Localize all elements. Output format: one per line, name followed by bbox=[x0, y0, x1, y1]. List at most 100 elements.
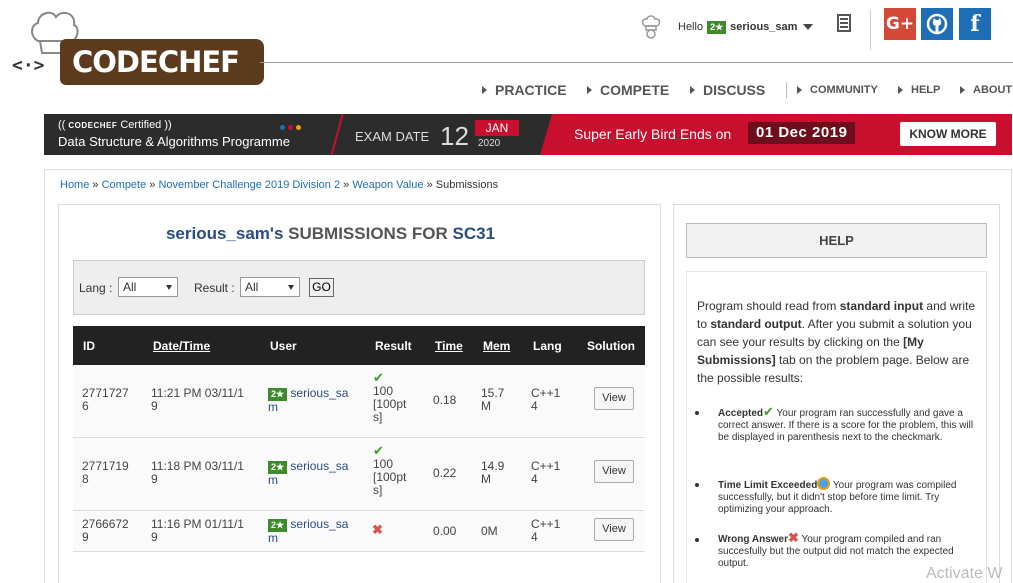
facebook-button[interactable]: f bbox=[959, 8, 991, 40]
submission-lang: C++1 4 bbox=[531, 459, 561, 486]
breadcrumb-problem[interactable]: Weapon Value bbox=[352, 179, 423, 191]
promo-banner[interactable]: (( CODECHEF Certified )) Data Structure … bbox=[44, 114, 1012, 155]
page-title: serious_sam's SUBMISSIONS FOR SC31 bbox=[0, 224, 661, 244]
chef-avatar-icon bbox=[641, 15, 661, 39]
rating-badge: 2★ bbox=[707, 20, 727, 34]
submission-datetime: 11:16 PM 01/11/1 9 bbox=[151, 517, 244, 544]
arrow-right-icon bbox=[898, 86, 903, 94]
promo-dots bbox=[280, 125, 301, 130]
submission-user[interactable]: 2★ serious_sa m bbox=[268, 460, 348, 487]
arrow-right-icon bbox=[797, 86, 802, 94]
nav-help[interactable]: HELP bbox=[898, 80, 940, 100]
bullet-icon bbox=[695, 538, 699, 542]
early-bird-strip: Super Early Bird Ends on 01 Dec 2019 KNO… bbox=[540, 114, 1012, 155]
submission-mem: 0M bbox=[481, 524, 498, 538]
submission-lang: C++1 4 bbox=[531, 517, 561, 544]
result-select[interactable]: All bbox=[240, 277, 300, 297]
submission-lang: C++1 4 bbox=[531, 386, 561, 413]
submission-time: 0.00 bbox=[433, 524, 457, 538]
filter-bar: Lang : All Result : All GO bbox=[73, 260, 645, 315]
col-mem[interactable]: Mem bbox=[483, 339, 510, 353]
google-plus-button[interactable]: G+ bbox=[884, 8, 916, 40]
breadcrumb: Home » Compete » November Challenge 2019… bbox=[60, 179, 499, 191]
arrow-right-icon bbox=[960, 86, 965, 94]
col-datetime[interactable]: Date/Time bbox=[153, 339, 210, 353]
know-more-button[interactable]: KNOW MORE bbox=[900, 122, 996, 146]
username[interactable]: serious_sam bbox=[730, 21, 797, 33]
exam-year: 2020 bbox=[478, 138, 501, 149]
chevron-down-icon bbox=[288, 285, 294, 290]
submission-result: ✖ bbox=[372, 523, 383, 537]
view-button[interactable]: View bbox=[594, 460, 634, 483]
chevron-down-icon[interactable] bbox=[803, 24, 814, 30]
arrow-right-icon bbox=[690, 86, 695, 94]
promo-left: (( CODECHEF Certified )) Data Structure … bbox=[44, 114, 344, 155]
submission-user[interactable]: 2★ serious_sa m bbox=[268, 518, 348, 545]
view-button[interactable]: View bbox=[594, 518, 634, 541]
submission-id: 2766672 9 bbox=[82, 517, 129, 544]
activate-windows-watermark: Activate W bbox=[926, 565, 1003, 582]
check-icon: ✔ bbox=[373, 443, 384, 458]
clock-icon bbox=[817, 477, 831, 490]
submission-mem: 14.9 M bbox=[481, 459, 505, 486]
chevron-down-icon bbox=[166, 285, 172, 290]
breadcrumb-home[interactable]: Home bbox=[60, 179, 89, 191]
title-problem-code[interactable]: SC31 bbox=[453, 224, 496, 243]
col-time[interactable]: Time bbox=[435, 339, 463, 353]
col-lang: Lang bbox=[533, 339, 562, 353]
arrow-right-icon bbox=[587, 86, 592, 94]
submission-mem: 15.7 M bbox=[481, 386, 505, 413]
user-menu[interactable]: Hello 2★ serious_sam bbox=[640, 10, 814, 44]
help-heading: HELP bbox=[686, 223, 987, 258]
github-button[interactable] bbox=[921, 8, 953, 40]
lang-select[interactable]: All bbox=[118, 277, 178, 297]
promo-certified: (( CODECHEF Certified )) bbox=[58, 119, 172, 131]
logo-face: <·> bbox=[12, 55, 45, 76]
header-divider bbox=[260, 62, 1013, 63]
codechef-logo[interactable]: <·> CODECHEF bbox=[10, 5, 264, 87]
breadcrumb-contest[interactable]: November Challenge 2019 Division 2 bbox=[158, 179, 340, 191]
divider bbox=[870, 10, 871, 50]
view-button[interactable]: View bbox=[594, 387, 634, 410]
title-middle: SUBMISSIONS FOR bbox=[288, 224, 448, 243]
col-user: User bbox=[270, 339, 297, 353]
submission-result: ✔ 100 [100pt s] bbox=[373, 443, 407, 497]
check-icon: ✔ bbox=[763, 404, 774, 419]
go-button[interactable]: GO bbox=[309, 278, 334, 297]
help-item-accepted: Accepted✔ Your program ran successfully … bbox=[718, 404, 974, 443]
check-icon: ✔ bbox=[373, 370, 384, 385]
submission-datetime: 11:18 PM 03/11/1 9 bbox=[151, 459, 244, 486]
exam-date-label: EXAM DATE bbox=[355, 129, 430, 144]
submission-time: 0.22 bbox=[433, 466, 457, 480]
hello-label: Hello bbox=[678, 21, 704, 33]
submission-id: 2771727 6 bbox=[82, 386, 129, 413]
submission-user[interactable]: 2★ serious_sa m bbox=[268, 387, 348, 414]
notes-icon[interactable] bbox=[837, 14, 851, 32]
submission-id: 2771719 8 bbox=[82, 459, 129, 486]
early-bird-label: Super Early Bird Ends on bbox=[574, 126, 732, 142]
cross-icon: ✖ bbox=[372, 522, 383, 537]
result-label: Result : bbox=[194, 281, 235, 295]
nav-practice[interactable]: PRACTICE bbox=[482, 80, 567, 100]
early-bird-date: 01 Dec 2019 bbox=[748, 122, 856, 144]
bullet-icon bbox=[695, 483, 699, 487]
breadcrumb-current: Submissions bbox=[435, 179, 499, 191]
nav-community[interactable]: COMMUNITY bbox=[797, 80, 878, 100]
submission-time: 0.18 bbox=[433, 393, 457, 407]
breadcrumb-compete[interactable]: Compete bbox=[102, 179, 147, 191]
col-result: Result bbox=[375, 339, 412, 353]
col-solution: Solution bbox=[587, 339, 635, 353]
nav-compete[interactable]: COMPETE bbox=[587, 80, 669, 100]
nav-divider bbox=[786, 82, 787, 98]
arrow-right-icon bbox=[482, 86, 487, 94]
submission-result: ✔ 100 [100pt s] bbox=[373, 370, 407, 424]
col-id: ID bbox=[83, 339, 95, 353]
cross-icon: ✖ bbox=[788, 530, 799, 545]
nav-about[interactable]: ABOUT bbox=[960, 80, 1012, 100]
nav-discuss[interactable]: DISCUSS bbox=[690, 80, 765, 100]
lang-label: Lang : bbox=[79, 281, 113, 295]
exam-day: 12 bbox=[440, 121, 469, 151]
bullet-icon bbox=[695, 411, 699, 415]
help-item-tle: Time Limit Exceeded Your program was com… bbox=[718, 477, 980, 516]
help-intro: Program should read from standard input … bbox=[697, 299, 976, 385]
